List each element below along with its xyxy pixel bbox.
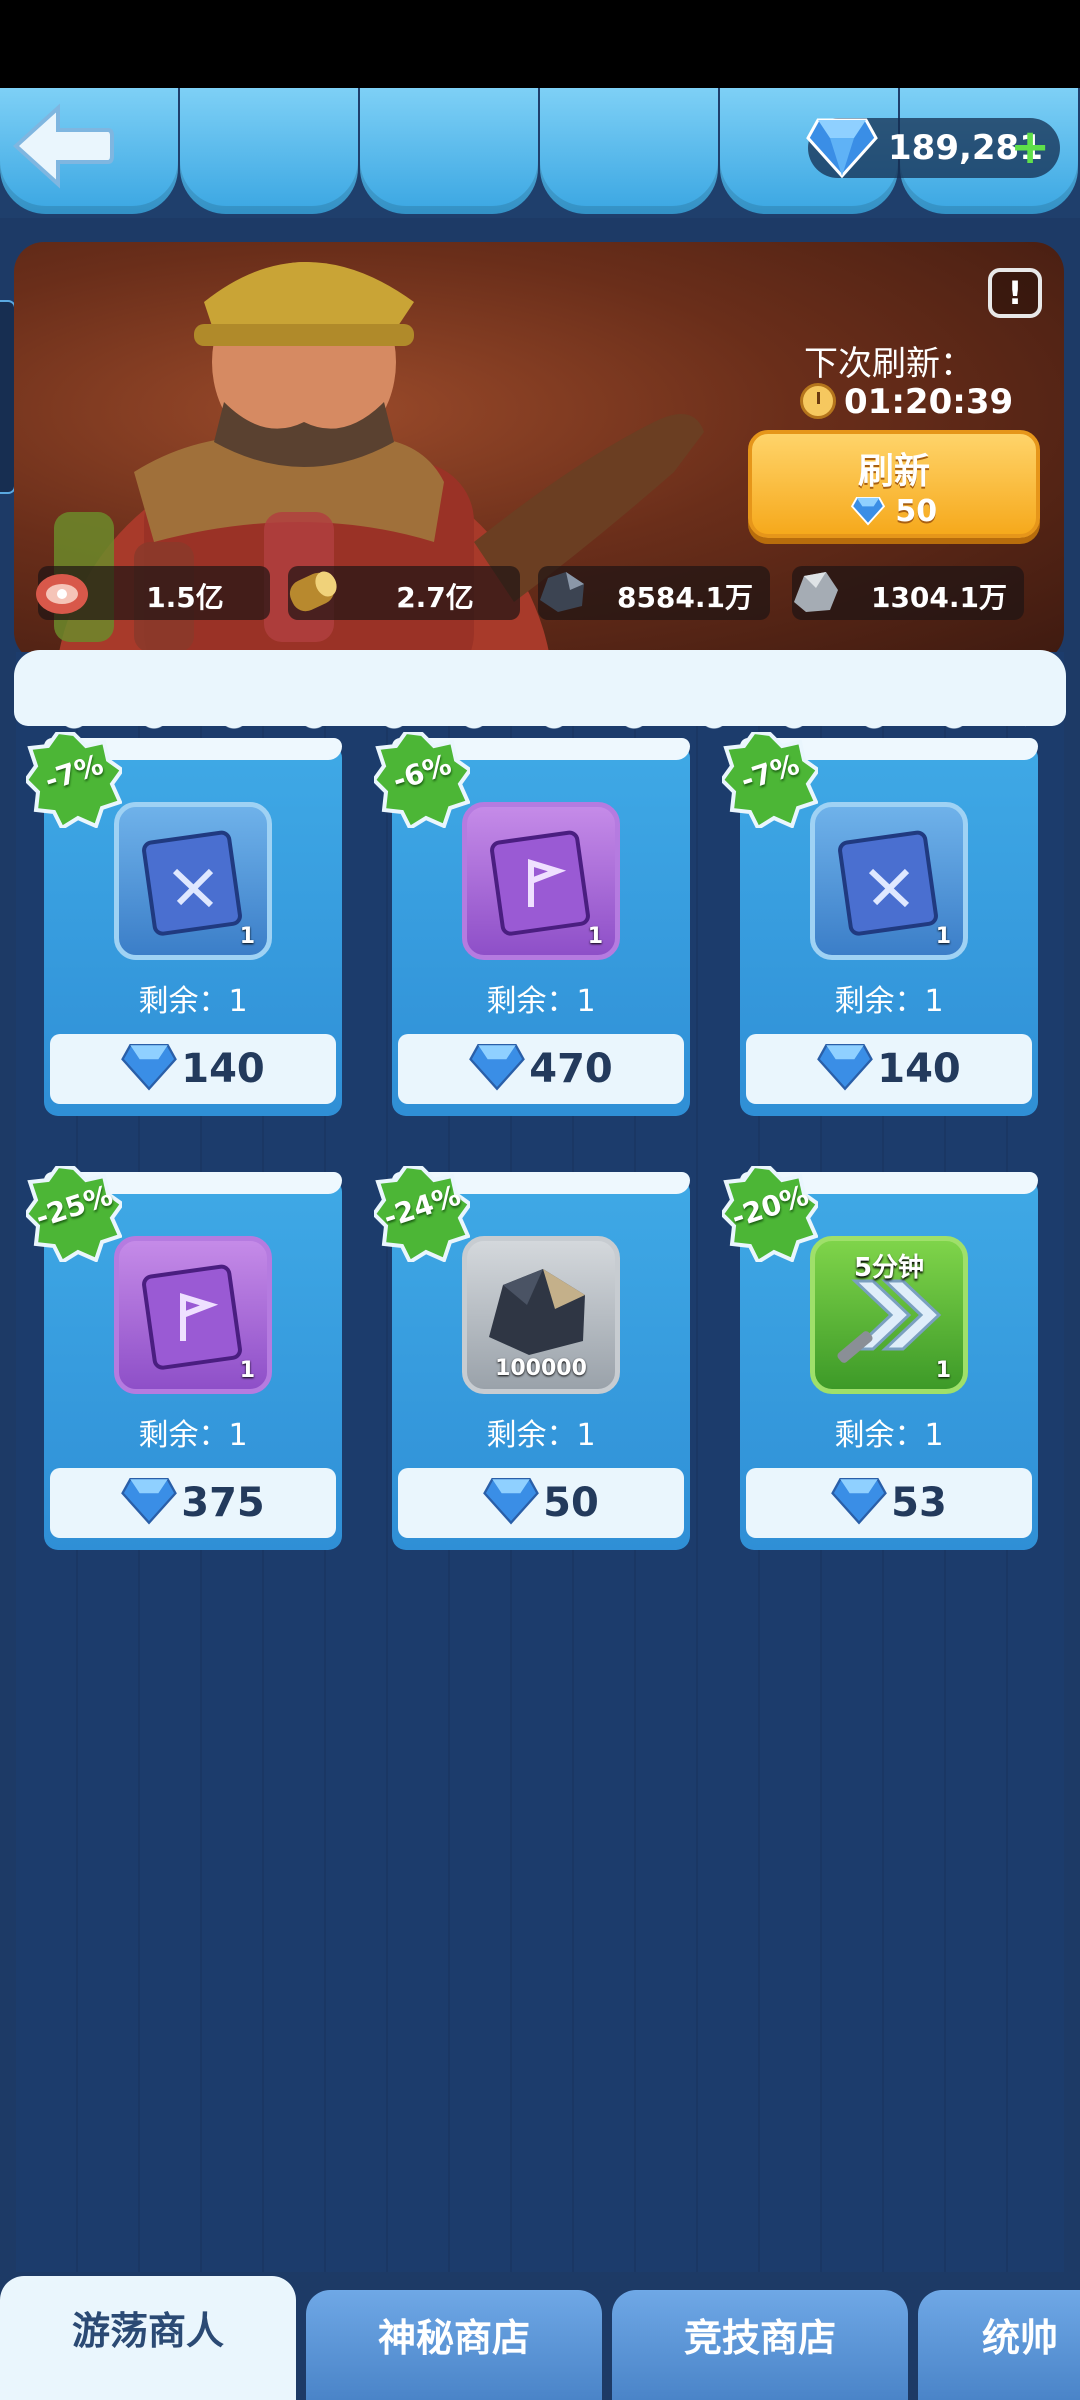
discount-label: -7% bbox=[736, 747, 804, 798]
wood-log-icon bbox=[289, 571, 337, 612]
tab-wandering-merchant[interactable]: 游荡商人 bbox=[0, 2276, 296, 2400]
resource-coal: 8584.1万 bbox=[538, 566, 770, 620]
gem-icon bbox=[469, 1044, 526, 1091]
shop-item-card[interactable]: -25% 1 剩余：1 375 bbox=[26, 1166, 342, 1550]
duration-label: 5分钟 bbox=[853, 1253, 925, 1283]
gem-balance: 189,281 + bbox=[806, 118, 1060, 179]
tab-mystery-shop[interactable]: 神秘商店 bbox=[306, 2290, 602, 2400]
gem-icon bbox=[121, 1478, 178, 1525]
item-icon-frame: 1 bbox=[462, 802, 620, 960]
info-button[interactable]: ! bbox=[988, 268, 1042, 318]
refresh-cost: 50 bbox=[752, 494, 1036, 529]
remaining-count: 剩余：1 bbox=[138, 984, 248, 1019]
discount-label: -7% bbox=[40, 747, 108, 798]
back-button[interactable] bbox=[12, 100, 116, 192]
buy-price-button[interactable]: 50 bbox=[398, 1468, 684, 1538]
item-icon-frame: 100000 bbox=[462, 1236, 620, 1394]
remaining-count: 剩余：1 bbox=[486, 1418, 596, 1453]
add-gems-button[interactable]: + bbox=[1010, 122, 1050, 172]
shop-item-card[interactable]: -7% 1 剩余：1 140 bbox=[26, 732, 342, 1116]
shop-item-card[interactable]: -24% 100000 剩余：1 50 bbox=[374, 1166, 690, 1550]
refresh-button[interactable]: 刷新 50 bbox=[748, 430, 1040, 538]
gem-icon bbox=[483, 1478, 540, 1525]
item-icon-frame: 1 bbox=[114, 802, 272, 960]
remaining-count: 剩余：1 bbox=[138, 1418, 248, 1453]
resource-stone: 1304.1万 bbox=[792, 566, 1024, 620]
remaining-count: 剩余：1 bbox=[834, 984, 944, 1019]
buy-price-button[interactable]: 375 bbox=[50, 1468, 336, 1538]
next-refresh-label: 下次刷新： bbox=[804, 344, 974, 384]
clock-icon bbox=[800, 383, 836, 419]
item-icon-frame: 1 bbox=[114, 1236, 272, 1394]
shop-item-card[interactable]: -7% 1 剩余：1 140 bbox=[722, 732, 1038, 1116]
gem-icon bbox=[850, 496, 885, 526]
awning-segment bbox=[180, 88, 358, 214]
buy-price-button[interactable]: 140 bbox=[50, 1034, 336, 1104]
shop-item-card[interactable]: -6% 1 剩余：1 470 bbox=[374, 732, 690, 1116]
coal-ore-icon bbox=[540, 572, 584, 612]
gem-icon bbox=[817, 1044, 874, 1091]
stone-ore-icon bbox=[794, 572, 838, 612]
shop-item-card[interactable]: -20% 5分钟 1 剩余：1 53 bbox=[722, 1166, 1038, 1550]
remaining-count: 剩余：1 bbox=[834, 1418, 944, 1453]
remaining-count: 剩余：1 bbox=[486, 984, 596, 1019]
resource-meat: 1.5亿 bbox=[36, 566, 270, 620]
buy-price-button[interactable]: 470 bbox=[398, 1034, 684, 1104]
gem-icon bbox=[121, 1044, 178, 1091]
tab-commander-shop[interactable]: 统帅商 bbox=[918, 2290, 1080, 2400]
discount-label: -20% bbox=[727, 1178, 813, 1235]
awning-segment bbox=[540, 88, 718, 214]
refresh-button-label: 刷新 bbox=[857, 451, 930, 492]
buy-price-button[interactable]: 140 bbox=[746, 1034, 1032, 1104]
resource-wood: 2.7亿 bbox=[288, 566, 520, 620]
gem-icon bbox=[831, 1478, 888, 1525]
gem-icon bbox=[806, 118, 878, 179]
discount-label: -24% bbox=[379, 1178, 465, 1235]
refresh-countdown: 01:20:39 bbox=[800, 382, 1013, 422]
item-icon-frame: 5分钟 1 bbox=[810, 1236, 968, 1394]
status-bar bbox=[0, 0, 1080, 88]
back-arrow-icon bbox=[13, 103, 114, 189]
item-icon-frame: 1 bbox=[810, 802, 968, 960]
meat-icon bbox=[36, 574, 88, 614]
discount-label: -6% bbox=[388, 747, 456, 798]
discount-label: -25% bbox=[31, 1178, 117, 1235]
buy-price-button[interactable]: 53 bbox=[746, 1468, 1032, 1538]
tab-arena-shop[interactable]: 竞技商店 bbox=[612, 2290, 908, 2400]
snow-ledge bbox=[14, 650, 1066, 738]
countdown-value: 01:20:39 bbox=[844, 382, 1014, 422]
awning-segment bbox=[360, 88, 538, 214]
